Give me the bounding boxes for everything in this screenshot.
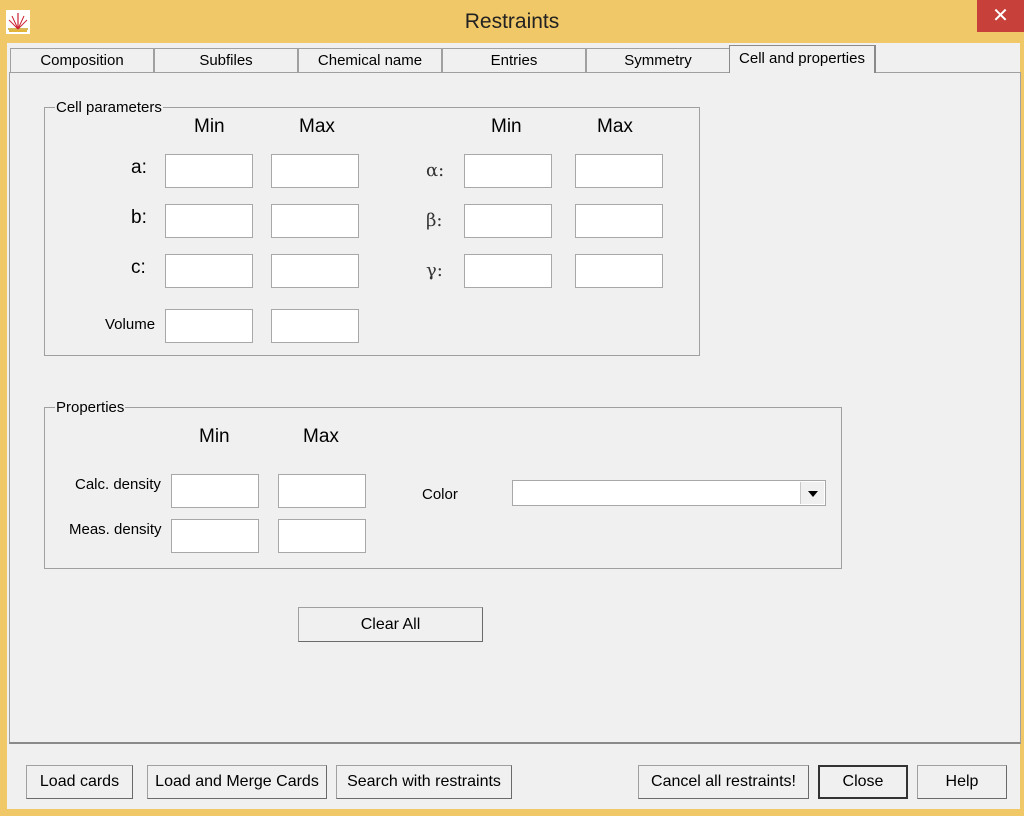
volume-min-input[interactable] (165, 309, 253, 343)
angle-max-header: Max (597, 116, 633, 137)
properties-title: Properties (55, 399, 126, 417)
beta-min-input[interactable] (464, 204, 552, 238)
label-beta: β: (426, 210, 443, 231)
tab-subfiles[interactable]: Subfiles (154, 48, 298, 72)
c-min-input[interactable] (165, 254, 253, 288)
meas-density-max-input[interactable] (278, 519, 366, 553)
tab-cell-and-properties[interactable]: Cell and properties (729, 45, 876, 73)
c-max-input[interactable] (271, 254, 359, 288)
angle-min-header: Min (491, 116, 522, 137)
tab-entries[interactable]: Entries (442, 48, 586, 72)
color-dropdown[interactable] (512, 480, 826, 506)
load-cards-button[interactable]: Load cards (26, 765, 133, 799)
cell-min-header: Min (194, 116, 225, 137)
tab-chemical-name[interactable]: Chemical name (298, 48, 442, 72)
cell-parameters-title: Cell parameters (55, 99, 163, 117)
b-max-input[interactable] (271, 204, 359, 238)
help-button[interactable]: Help (917, 765, 1007, 799)
calc-density-min-input[interactable] (171, 474, 259, 508)
gamma-min-input[interactable] (464, 254, 552, 288)
calc-density-max-input[interactable] (278, 474, 366, 508)
label-volume: Volume (105, 316, 156, 333)
beta-max-input[interactable] (575, 204, 663, 238)
meas-density-min-input[interactable] (171, 519, 259, 553)
properties-max-header: Max (303, 426, 339, 447)
a-min-input[interactable] (165, 154, 253, 188)
label-color: Color (422, 486, 458, 503)
label-meas-density: Meas. density (69, 521, 162, 538)
volume-max-input[interactable] (271, 309, 359, 343)
cell-max-header: Max (299, 116, 335, 137)
tab-symmetry[interactable]: Symmetry (586, 48, 730, 72)
label-gamma: γ: (426, 260, 443, 281)
properties-min-header: Min (199, 426, 230, 447)
alpha-max-input[interactable] (575, 154, 663, 188)
cancel-all-restraints-button[interactable]: Cancel all restraints! (638, 765, 809, 799)
a-max-input[interactable] (271, 154, 359, 188)
chevron-down-icon[interactable] (800, 482, 824, 504)
tab-composition[interactable]: Composition (10, 48, 154, 72)
label-a: a: (131, 157, 147, 178)
label-c: c: (131, 257, 146, 278)
label-b: b: (131, 207, 147, 228)
b-min-input[interactable] (165, 204, 253, 238)
clear-all-button[interactable]: Clear All (298, 607, 483, 642)
close-button[interactable]: Close (818, 765, 908, 799)
close-window-button[interactable]: ✕ (977, 0, 1024, 32)
search-with-restraints-button[interactable]: Search with restraints (336, 765, 512, 799)
gamma-max-input[interactable] (575, 254, 663, 288)
load-and-merge-cards-button[interactable]: Load and Merge Cards (147, 765, 327, 799)
label-alpha: α: (426, 160, 445, 181)
label-calc-density: Calc. density (75, 476, 161, 493)
window-title: Restraints (464, 10, 560, 33)
alpha-min-input[interactable] (464, 154, 552, 188)
